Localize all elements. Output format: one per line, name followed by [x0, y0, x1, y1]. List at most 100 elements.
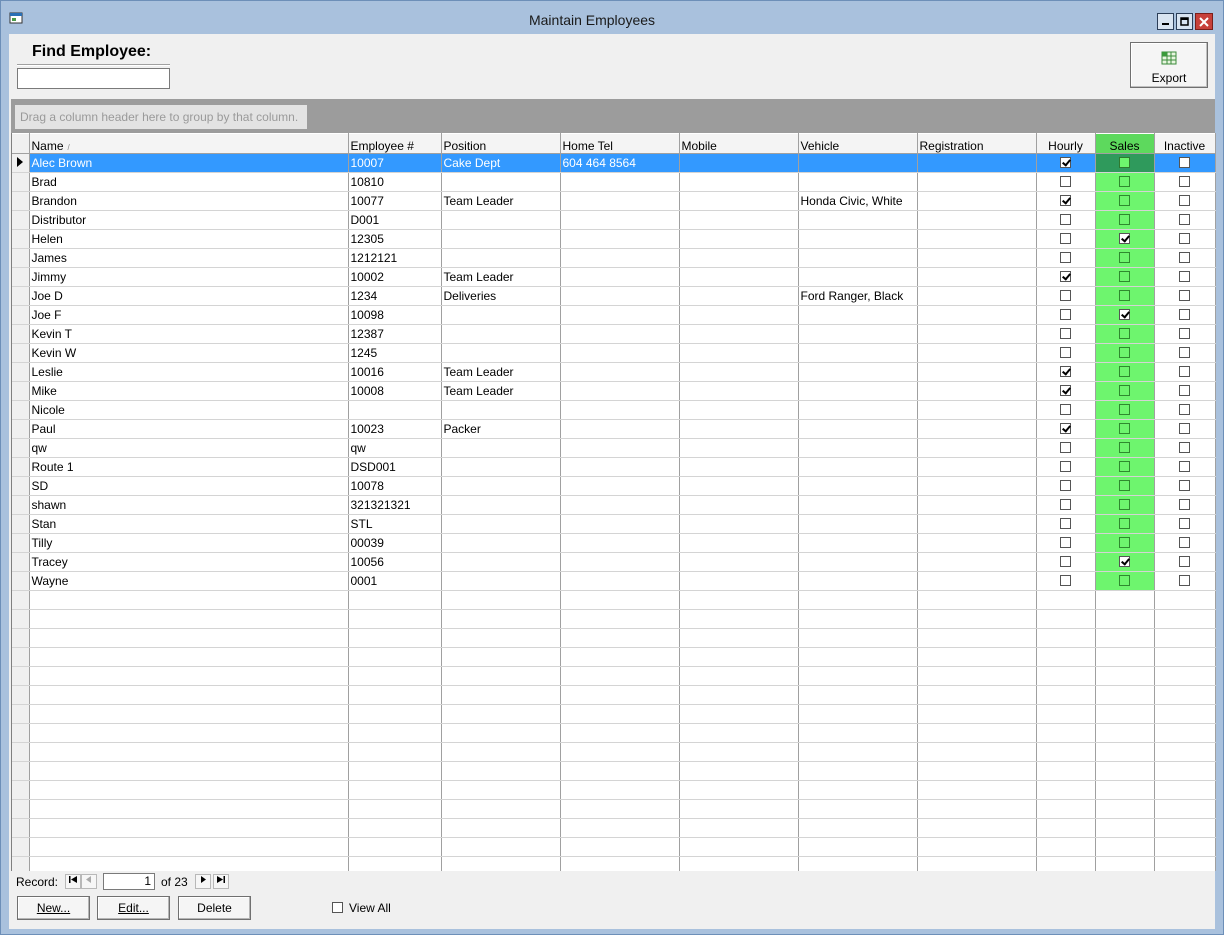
cell-position[interactable]: Cake Dept — [441, 153, 561, 173]
next-record-button[interactable] — [195, 874, 211, 889]
cell-registration[interactable] — [917, 552, 1037, 572]
close-button[interactable] — [1195, 13, 1213, 30]
sales-checkbox[interactable] — [1119, 556, 1130, 568]
inactive-checkbox[interactable] — [1179, 195, 1190, 207]
current-record-input[interactable]: 1 — [103, 873, 155, 890]
table-row[interactable]: Joe F 10098 — [12, 305, 1216, 325]
sales-checkbox[interactable] — [1119, 195, 1130, 207]
cell-vehicle[interactable] — [798, 381, 918, 401]
hourly-checkbox[interactable] — [1060, 252, 1071, 264]
sales-checkbox[interactable] — [1119, 157, 1130, 169]
cell-emp[interactable]: 321321321 — [348, 495, 442, 515]
cell-vehicle[interactable] — [798, 552, 918, 572]
sales-checkbox[interactable] — [1119, 442, 1130, 454]
cell-position[interactable] — [441, 476, 561, 496]
cell-emp[interactable]: 12387 — [348, 324, 442, 344]
table-row[interactable]: Route 1 DSD001 — [12, 457, 1216, 477]
cell-registration[interactable] — [917, 343, 1037, 363]
cell-emp[interactable]: STL — [348, 514, 442, 534]
cell-home[interactable] — [560, 457, 680, 477]
cell-position[interactable] — [441, 438, 561, 458]
hourly-checkbox[interactable] — [1060, 556, 1071, 568]
sales-checkbox[interactable] — [1119, 328, 1130, 340]
cell-emp[interactable]: 10098 — [348, 305, 442, 325]
row-indicator[interactable] — [12, 571, 30, 591]
cell-mobile[interactable] — [679, 286, 799, 306]
table-row[interactable]: SD 10078 — [12, 476, 1216, 496]
cell-name[interactable]: Alec Brown — [29, 153, 349, 173]
column-header-home-tel[interactable]: Home Tel — [560, 133, 680, 154]
row-indicator[interactable] — [12, 286, 30, 306]
cell-mobile[interactable] — [679, 324, 799, 344]
cell-mobile[interactable] — [679, 533, 799, 553]
cell-mobile[interactable] — [679, 229, 799, 249]
cell-home[interactable] — [560, 191, 680, 211]
employees-grid[interactable]: Name / Employee # Position Home Tel Mobil… — [11, 133, 1216, 871]
sales-checkbox[interactable] — [1119, 480, 1130, 492]
inactive-checkbox[interactable] — [1179, 309, 1190, 321]
inactive-checkbox[interactable] — [1179, 252, 1190, 264]
cell-home[interactable] — [560, 571, 680, 591]
cell-mobile[interactable] — [679, 457, 799, 477]
cell-vehicle[interactable] — [798, 248, 918, 268]
cell-emp[interactable]: 1212121 — [348, 248, 442, 268]
cell-vehicle[interactable]: Ford Ranger, Black — [798, 286, 918, 306]
hourly-checkbox[interactable] — [1060, 385, 1071, 397]
sales-checkbox[interactable] — [1119, 290, 1130, 302]
sales-checkbox[interactable] — [1119, 423, 1130, 435]
cell-position[interactable]: Team Leader — [441, 381, 561, 401]
cell-mobile[interactable] — [679, 153, 799, 173]
cell-position[interactable] — [441, 305, 561, 325]
cell-vehicle[interactable] — [798, 324, 918, 344]
cell-mobile[interactable] — [679, 400, 799, 420]
cell-registration[interactable] — [917, 324, 1037, 344]
sales-checkbox[interactable] — [1119, 347, 1130, 359]
cell-registration[interactable] — [917, 362, 1037, 382]
cell-home[interactable] — [560, 172, 680, 192]
cell-name[interactable]: Kevin W — [29, 343, 349, 363]
cell-vehicle[interactable] — [798, 172, 918, 192]
first-record-button[interactable] — [65, 874, 81, 889]
table-row[interactable]: Distributor D001 — [12, 210, 1216, 230]
hourly-checkbox[interactable] — [1060, 423, 1071, 435]
row-indicator[interactable] — [12, 248, 30, 268]
cell-emp[interactable] — [348, 400, 442, 420]
cell-home[interactable] — [560, 248, 680, 268]
column-header-hourly[interactable]: Hourly — [1036, 133, 1096, 154]
cell-home[interactable] — [560, 514, 680, 534]
sales-checkbox[interactable] — [1119, 271, 1130, 283]
cell-home[interactable] — [560, 552, 680, 572]
row-indicator[interactable] — [12, 210, 30, 230]
column-header-registration[interactable]: Registration — [917, 133, 1037, 154]
cell-home[interactable] — [560, 324, 680, 344]
hourly-checkbox[interactable] — [1060, 271, 1071, 283]
hourly-checkbox[interactable] — [1060, 499, 1071, 511]
row-indicator[interactable] — [12, 172, 30, 192]
cell-vehicle[interactable] — [798, 362, 918, 382]
cell-emp[interactable]: 10810 — [348, 172, 442, 192]
hourly-checkbox[interactable] — [1060, 157, 1071, 169]
row-indicator[interactable] — [12, 400, 30, 420]
cell-home[interactable] — [560, 210, 680, 230]
cell-home[interactable] — [560, 476, 680, 496]
cell-vehicle[interactable] — [798, 419, 918, 439]
cell-position[interactable] — [441, 533, 561, 553]
cell-name[interactable]: Joe F — [29, 305, 349, 325]
cell-emp[interactable]: 10056 — [348, 552, 442, 572]
inactive-checkbox[interactable] — [1179, 518, 1190, 530]
table-row[interactable]: Wayne 0001 — [12, 571, 1216, 591]
row-indicator[interactable] — [12, 267, 30, 287]
hourly-checkbox[interactable] — [1060, 214, 1071, 226]
inactive-checkbox[interactable] — [1179, 499, 1190, 511]
cell-emp[interactable]: 10008 — [348, 381, 442, 401]
cell-position[interactable] — [441, 248, 561, 268]
cell-emp[interactable]: 10016 — [348, 362, 442, 382]
hourly-checkbox[interactable] — [1060, 366, 1071, 378]
sales-checkbox[interactable] — [1119, 309, 1130, 321]
table-row[interactable]: Nicole — [12, 400, 1216, 420]
cell-mobile[interactable] — [679, 210, 799, 230]
title-bar[interactable]: Maintain Employees — [1, 1, 1223, 34]
row-indicator[interactable] — [12, 457, 30, 477]
cell-home[interactable] — [560, 343, 680, 363]
sales-checkbox[interactable] — [1119, 366, 1130, 378]
